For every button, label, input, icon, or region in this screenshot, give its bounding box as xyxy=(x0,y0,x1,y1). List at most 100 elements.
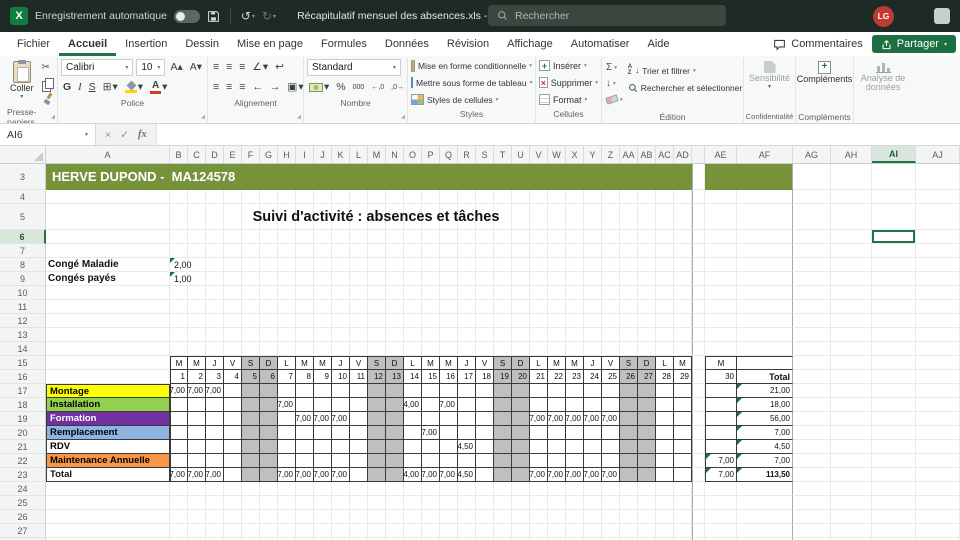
cell-T25[interactable] xyxy=(494,496,512,510)
cell-AJ23[interactable] xyxy=(916,468,960,482)
cell-AA16[interactable]: 26 xyxy=(620,370,638,384)
cell-AF27[interactable] xyxy=(737,524,793,538)
cell-M6[interactable] xyxy=(368,230,386,244)
cell-gap20[interactable] xyxy=(692,426,705,440)
cell-S3[interactable] xyxy=(476,164,494,190)
cell-I10[interactable] xyxy=(296,286,314,300)
cell-A16[interactable] xyxy=(46,370,170,384)
cell-A8[interactable]: Congé Maladie xyxy=(46,258,170,272)
cell-AC6[interactable] xyxy=(656,230,674,244)
cell-S26[interactable] xyxy=(476,510,494,524)
cell-F27[interactable] xyxy=(242,524,260,538)
cell-AG25[interactable] xyxy=(793,496,831,510)
sort-filter-button[interactable]: A Z ↓ Trier et filtrer ▾ xyxy=(628,63,743,78)
cell-P23[interactable]: 7,00 xyxy=(421,468,440,482)
cell-AC7[interactable] xyxy=(656,244,674,258)
cell-AC14[interactable] xyxy=(656,342,674,356)
cell-Q3[interactable] xyxy=(440,164,458,190)
cell-U13[interactable] xyxy=(512,328,530,342)
col-header-K[interactable]: K xyxy=(332,146,350,163)
cell-K10[interactable] xyxy=(332,286,350,300)
cell-W3[interactable] xyxy=(548,164,566,190)
cell-gap18[interactable] xyxy=(692,398,705,412)
cell-J27[interactable] xyxy=(314,524,332,538)
row-header-26[interactable]: 26 xyxy=(0,510,46,524)
cell-O4[interactable] xyxy=(404,190,422,204)
cell-AF17[interactable]: 21,00 xyxy=(737,384,793,398)
cell-D10[interactable] xyxy=(206,286,224,300)
cell-Q22[interactable] xyxy=(440,454,458,468)
cell-S9[interactable] xyxy=(476,272,494,286)
cell-Q24[interactable] xyxy=(440,482,458,496)
cell-I15[interactable]: M xyxy=(296,356,314,370)
cell-AE4[interactable] xyxy=(705,190,737,204)
row-header-22[interactable]: 22 xyxy=(0,454,46,468)
cell-U24[interactable] xyxy=(512,482,530,496)
cell-U15[interactable]: D xyxy=(512,356,530,370)
accounting-format-button[interactable]: ▾ xyxy=(307,81,331,93)
cell-B18[interactable] xyxy=(170,398,188,412)
cell-E19[interactable] xyxy=(224,412,242,426)
cell-B6[interactable] xyxy=(170,230,188,244)
cell-Q11[interactable] xyxy=(440,300,458,314)
cell-G18[interactable] xyxy=(260,398,278,412)
cell-AB8[interactable] xyxy=(638,258,656,272)
cell-K4[interactable] xyxy=(332,190,350,204)
cell-A5[interactable] xyxy=(46,204,170,230)
cell-E4[interactable] xyxy=(224,190,242,204)
align-center-button[interactable]: ≡ xyxy=(224,81,234,93)
cell-Q8[interactable] xyxy=(440,258,458,272)
cell-R17[interactable] xyxy=(458,384,476,398)
cell-Y22[interactable] xyxy=(584,454,602,468)
cell-V16[interactable]: 21 xyxy=(530,370,548,384)
cell-M17[interactable] xyxy=(368,384,386,398)
cell-gap7[interactable] xyxy=(692,244,705,258)
cell-B16[interactable]: 1 xyxy=(170,370,188,384)
row-header-8[interactable]: 8 xyxy=(0,258,46,272)
cell-AI13[interactable] xyxy=(872,328,916,342)
cell-Y18[interactable] xyxy=(584,398,602,412)
cell-AA9[interactable] xyxy=(620,272,638,286)
cell-AI11[interactable] xyxy=(872,300,916,314)
cell-AG8[interactable] xyxy=(793,258,831,272)
cell-AE24[interactable] xyxy=(705,482,737,496)
cell-E16[interactable]: 4 xyxy=(224,370,242,384)
cell-D19[interactable] xyxy=(206,412,224,426)
col-header-Q[interactable]: Q xyxy=(440,146,458,163)
cell-S21[interactable] xyxy=(476,440,494,454)
cell-AC3[interactable] xyxy=(656,164,674,190)
cell-P20[interactable]: 7,00 xyxy=(421,426,440,440)
cell-Z7[interactable] xyxy=(602,244,620,258)
cell-A15[interactable] xyxy=(46,356,170,370)
col-header-L[interactable]: L xyxy=(350,146,368,163)
cell-G6[interactable] xyxy=(260,230,278,244)
cell-V23[interactable]: 7,00 xyxy=(529,468,548,482)
cell-Z25[interactable] xyxy=(602,496,620,510)
cell-AI24[interactable] xyxy=(872,482,916,496)
cell-Q23[interactable]: 7,00 xyxy=(439,468,458,482)
cell-W19[interactable]: 7,00 xyxy=(547,412,566,426)
cell-O17[interactable] xyxy=(404,384,422,398)
cell-J10[interactable] xyxy=(314,286,332,300)
cell-L27[interactable] xyxy=(350,524,368,538)
cell-J8[interactable] xyxy=(314,258,332,272)
cell-AG7[interactable] xyxy=(793,244,831,258)
cell-K8[interactable] xyxy=(332,258,350,272)
cell-AA18[interactable] xyxy=(620,398,638,412)
cell-AG9[interactable] xyxy=(793,272,831,286)
data-analysis-button[interactable]: Analyse de données xyxy=(857,60,909,94)
cell-G12[interactable] xyxy=(260,314,278,328)
align-bottom-button[interactable]: ≡ xyxy=(237,61,247,73)
cell-AE13[interactable] xyxy=(705,328,737,342)
cell-C20[interactable] xyxy=(188,426,206,440)
cell-F11[interactable] xyxy=(242,300,260,314)
cell-AB5[interactable] xyxy=(638,204,656,230)
cell-S16[interactable]: 18 xyxy=(476,370,494,384)
cell-D13[interactable] xyxy=(206,328,224,342)
cell-AH19[interactable] xyxy=(831,412,872,426)
cell-AE8[interactable] xyxy=(705,258,737,272)
cell-O24[interactable] xyxy=(404,482,422,496)
cell-J6[interactable] xyxy=(314,230,332,244)
cell-T11[interactable] xyxy=(494,300,512,314)
cell-AE9[interactable] xyxy=(705,272,737,286)
